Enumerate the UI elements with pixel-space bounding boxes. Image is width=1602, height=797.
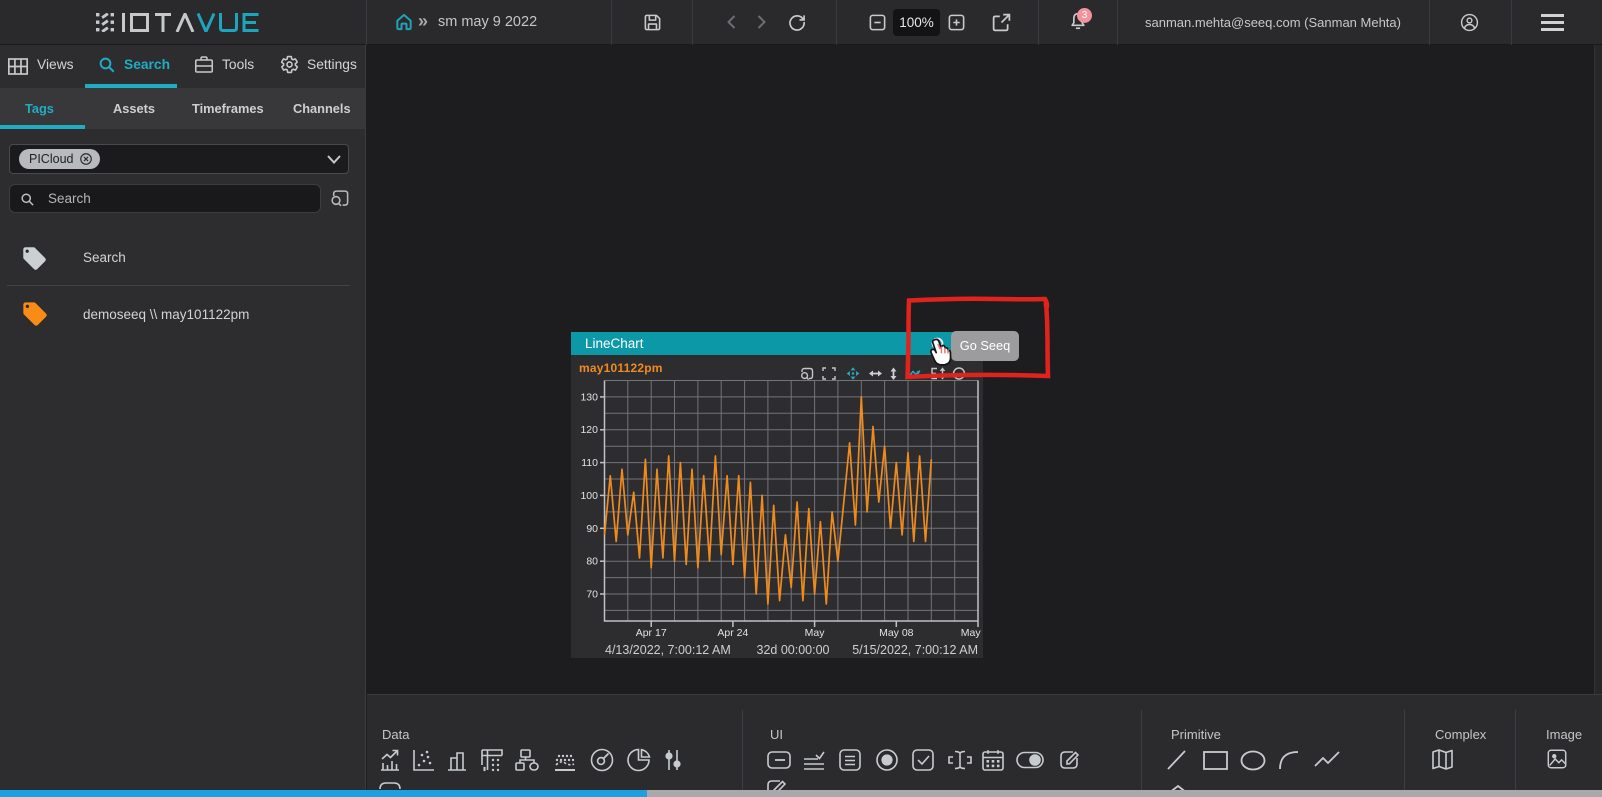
- svg-text:May 08: May 08: [879, 627, 914, 639]
- svg-text:4/13/2022, 7:00:12 AM: 4/13/2022, 7:00:12 AM: [605, 643, 731, 657]
- svg-text:110: 110: [581, 457, 598, 469]
- svg-text:5/15/2022, 7:00:12 AM: 5/15/2022, 7:00:12 AM: [852, 643, 978, 657]
- svg-text:Apr 24: Apr 24: [717, 627, 748, 639]
- svg-text:32d 00:00:00: 32d 00:00:00: [757, 643, 830, 657]
- svg-text:May: May: [805, 627, 826, 639]
- svg-text:120: 120: [580, 424, 598, 436]
- svg-text:80: 80: [586, 556, 598, 568]
- svg-text:130: 130: [580, 391, 598, 403]
- svg-text:70: 70: [586, 589, 598, 601]
- svg-text:90: 90: [586, 523, 598, 535]
- svg-text:100: 100: [580, 490, 598, 502]
- svg-text:May 15: May 15: [961, 627, 983, 639]
- svg-text:Apr 17: Apr 17: [636, 627, 667, 639]
